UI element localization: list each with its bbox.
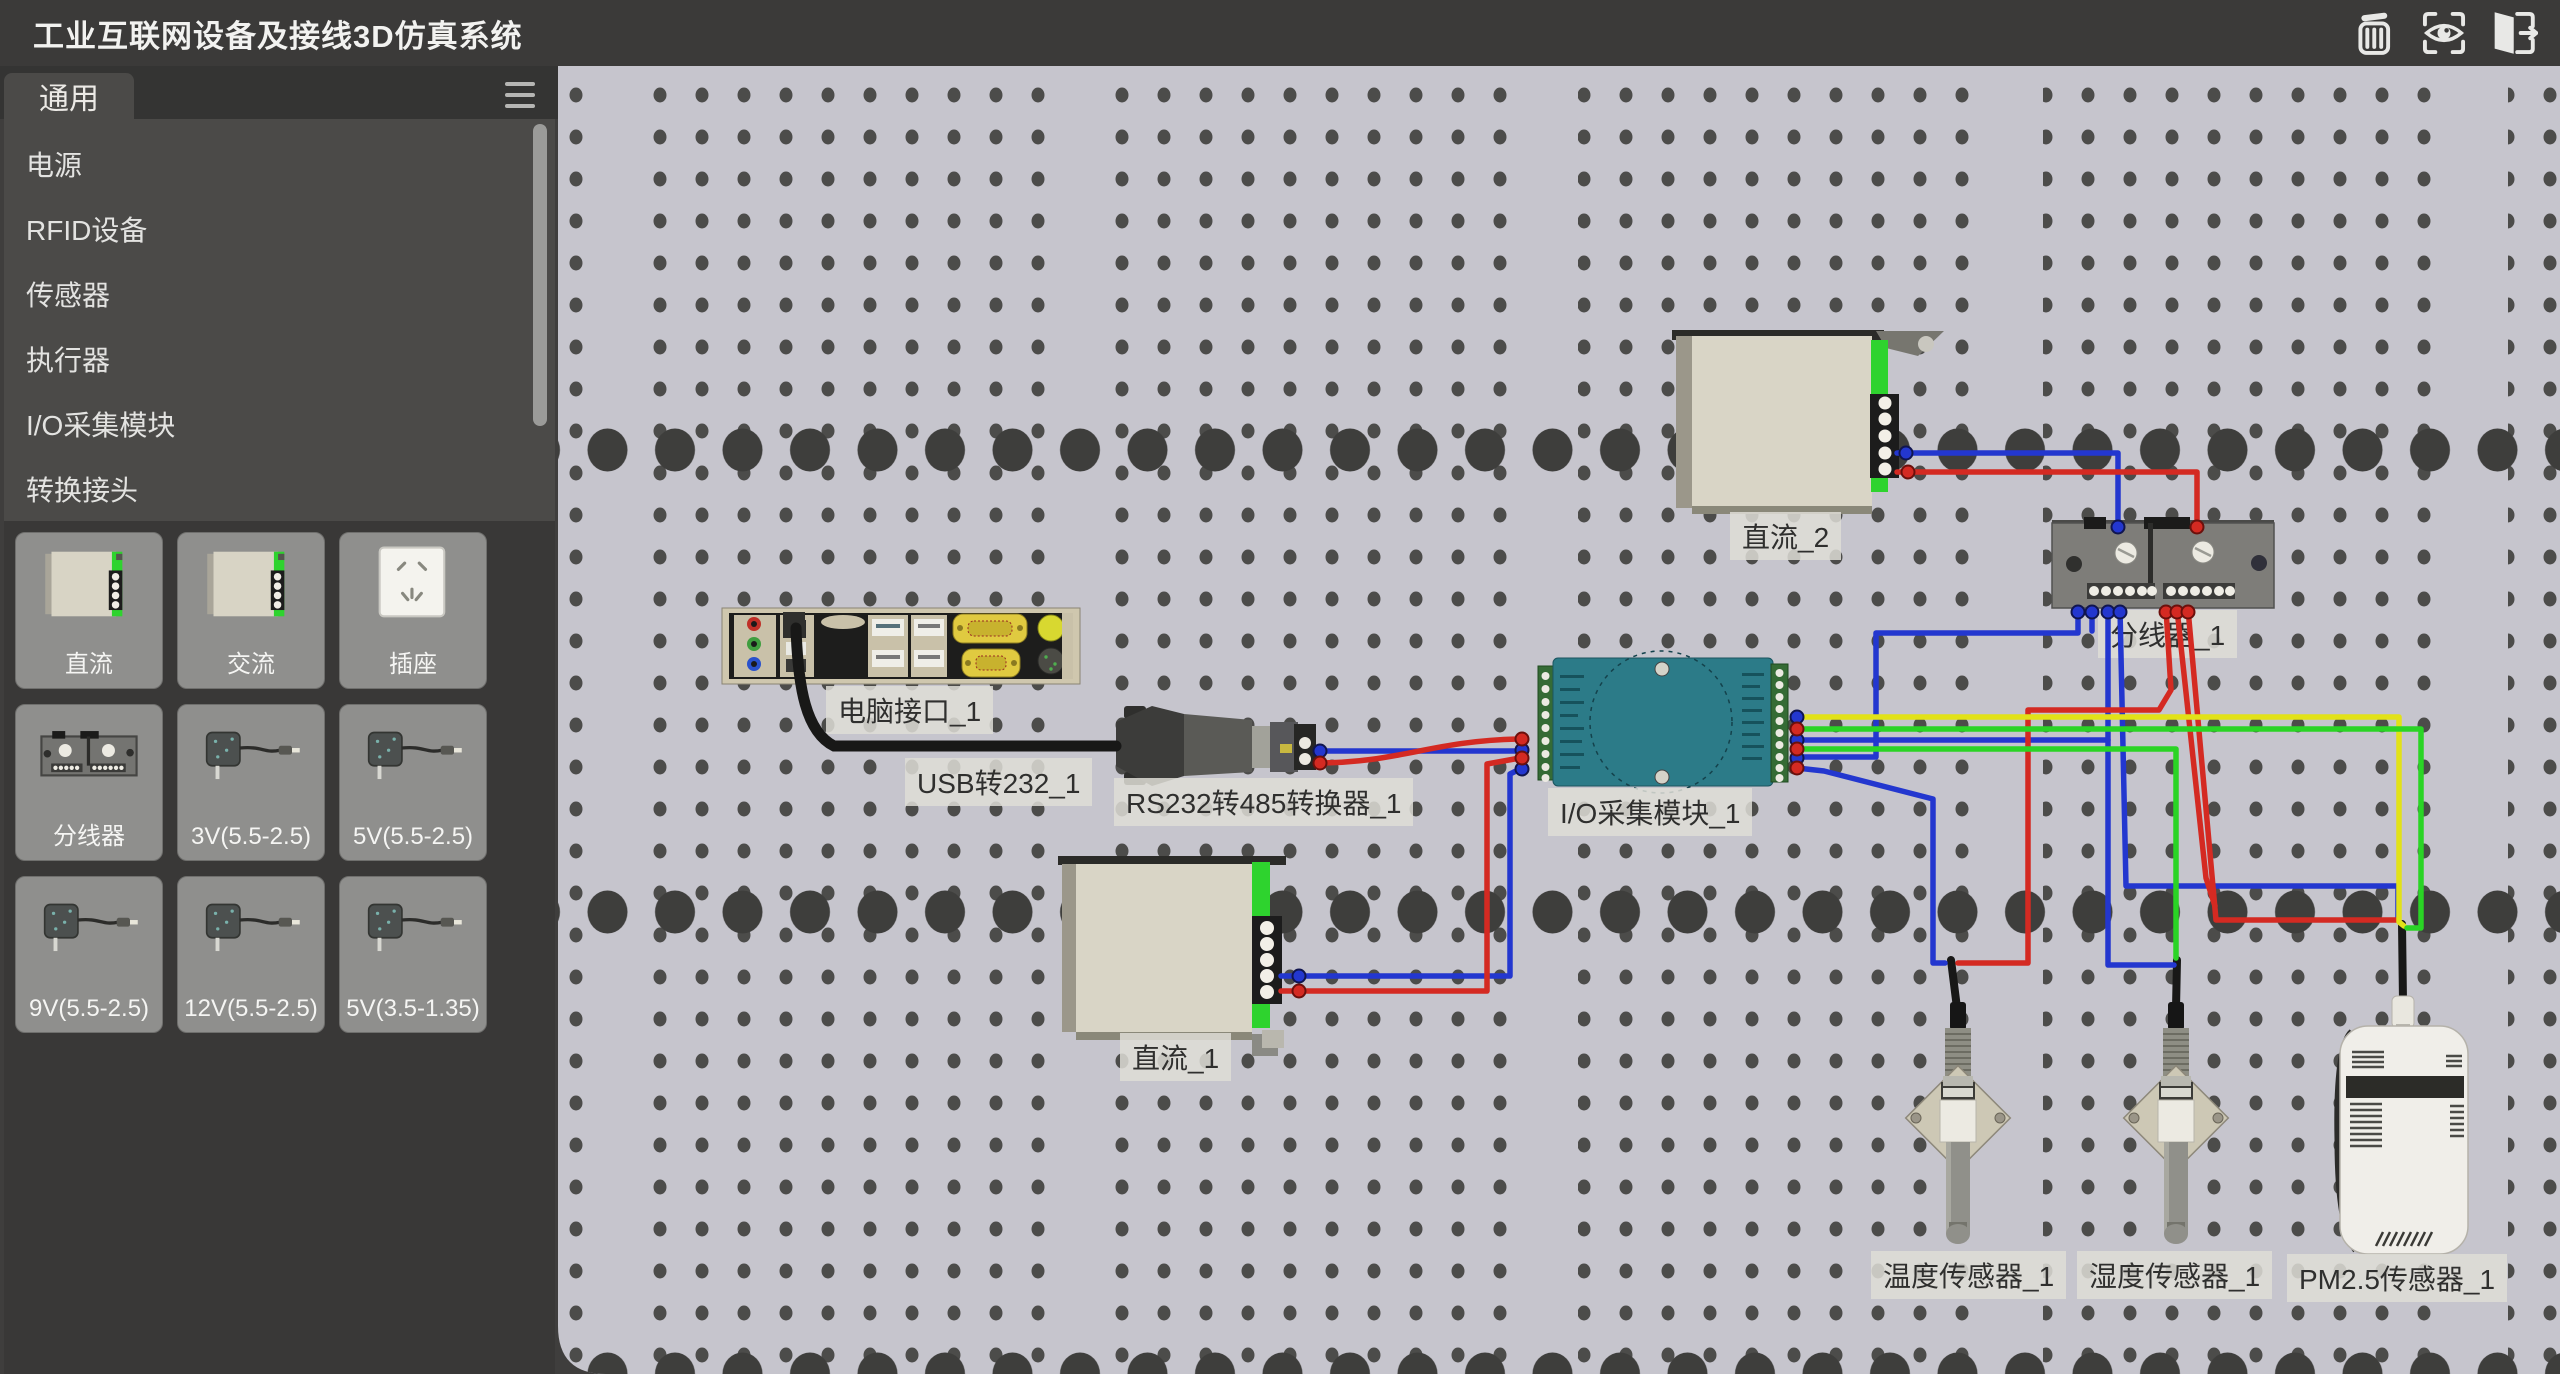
device-pc-interface[interactable] bbox=[722, 608, 1080, 684]
adapter-thumb bbox=[359, 717, 467, 799]
label-humidity: 湿度传感器_1 bbox=[2077, 1251, 2272, 1299]
menu-item-adapter[interactable]: 转换接头 bbox=[4, 458, 555, 523]
exit-icon[interactable] bbox=[2486, 7, 2538, 59]
palette-item-splitter[interactable]: 分线器 bbox=[15, 704, 163, 861]
label-rs232: RS232转485转换器_1 bbox=[1114, 778, 1413, 826]
device-palette: 直流 交流 插座 分线器 3V(5.5-2.5) 5V(5.5-2.5) 9V(… bbox=[4, 521, 555, 1374]
socket-thumb bbox=[363, 545, 463, 623]
menu-item-power[interactable]: 电源 bbox=[4, 133, 555, 198]
adapter-thumb bbox=[197, 889, 305, 971]
adapter-thumb bbox=[35, 889, 143, 971]
label-dc1: 直流_1 bbox=[1120, 1033, 1231, 1081]
menu-item-io-module[interactable]: I/O采集模块 bbox=[4, 393, 555, 458]
palette-item-ac[interactable]: 交流 bbox=[177, 532, 325, 689]
palette-item-5v-135[interactable]: 5V(3.5-1.35) bbox=[339, 876, 487, 1033]
adapter-thumb bbox=[359, 889, 467, 971]
palette-item-socket[interactable]: 插座 bbox=[339, 532, 487, 689]
tab-general[interactable]: 通用 bbox=[4, 73, 134, 119]
device-dc1[interactable] bbox=[1058, 856, 1286, 1056]
category-menu: 电源 RFID设备 传感器 执行器 I/O采集模块 转换接头 bbox=[4, 119, 555, 521]
palette-item-3v[interactable]: 3V(5.5-2.5) bbox=[177, 704, 325, 861]
ac-module-thumb bbox=[201, 545, 301, 623]
adapter-thumb bbox=[197, 717, 305, 799]
device-splitter[interactable] bbox=[2052, 517, 2274, 608]
menu-item-sensor[interactable]: 传感器 bbox=[4, 263, 555, 328]
label-pc: 电脑接口_1 bbox=[826, 686, 993, 734]
sidebar: 通用 电源 RFID设备 传感器 执行器 I/O采集模块 转换接头 bbox=[0, 66, 558, 1374]
simulation-canvas[interactable]: 直流_2 分线器_1 电脑接口_1 USB转232_1 RS232转485转换器… bbox=[558, 66, 2560, 1374]
trash-icon[interactable] bbox=[2350, 7, 2402, 59]
device-io-module[interactable] bbox=[1538, 651, 1788, 793]
menu-icon[interactable] bbox=[505, 82, 535, 115]
palette-item-12v[interactable]: 12V(5.5-2.5) bbox=[177, 876, 325, 1033]
app-title: 工业互联网设备及接线3D仿真系统 bbox=[33, 11, 523, 56]
label-dc2: 直流_2 bbox=[1730, 512, 1841, 560]
dc-module-thumb bbox=[39, 545, 139, 623]
palette-item-9v[interactable]: 9V(5.5-2.5) bbox=[15, 876, 163, 1033]
menu-item-actuator[interactable]: 执行器 bbox=[4, 328, 555, 393]
sidebar-tab-row: 通用 bbox=[0, 66, 558, 119]
menu-scrollbar[interactable] bbox=[533, 124, 547, 426]
label-temp: 温度传感器_1 bbox=[1871, 1251, 2066, 1299]
palette-item-dc[interactable]: 直流 bbox=[15, 532, 163, 689]
focus-view-icon[interactable] bbox=[2418, 7, 2470, 59]
splitter-thumb bbox=[37, 717, 141, 797]
label-io: I/O采集模块_1 bbox=[1548, 788, 1752, 836]
palette-item-5v[interactable]: 5V(5.5-2.5) bbox=[339, 704, 487, 861]
label-usb232: USB转232_1 bbox=[905, 758, 1092, 806]
menu-item-rfid[interactable]: RFID设备 bbox=[4, 198, 555, 263]
label-splitter: 分线器_1 bbox=[2098, 610, 2237, 658]
label-pm25: PM2.5传感器_1 bbox=[2287, 1254, 2507, 1302]
top-bar: 工业互联网设备及接线3D仿真系统 bbox=[0, 0, 2560, 66]
